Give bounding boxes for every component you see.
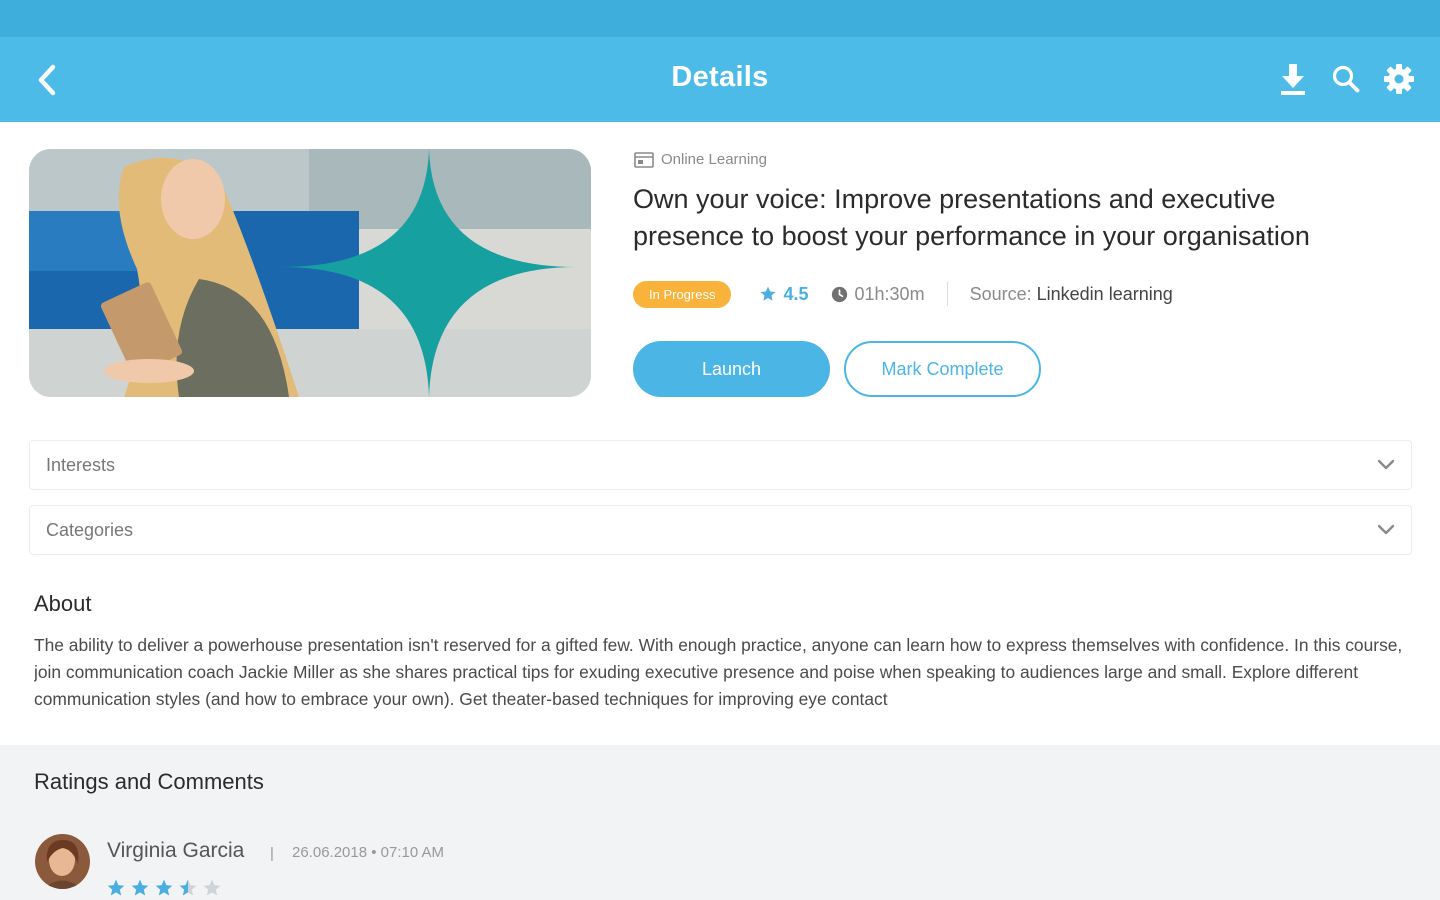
about-heading: About [34,591,92,616]
search-icon [1332,65,1360,93]
rating-value: 4.5 [783,283,809,304]
chevron-down-icon [1377,459,1395,470]
source-value: Linkedin learning [1036,283,1173,304]
online-learning-icon [634,151,654,168]
duration-value: 01h:30m [854,283,925,304]
download-icon [1281,64,1305,95]
star-icon [760,286,776,301]
interests-dropdown[interactable]: Interests [29,440,1412,490]
ratings-heading: Ratings and Comments [34,769,264,794]
course-meta: In Progress 4.5 01h:30m Source: Linkedin… [633,279,1173,309]
course-thumbnail [29,149,591,397]
comment-rating [106,878,222,898]
categories-label: Categories [46,519,134,540]
star-empty-icon [203,879,221,896]
status-bar [0,0,1440,37]
course-source: Source: Linkedin learning [970,284,1173,305]
download-button[interactable] [1273,59,1313,99]
settings-button[interactable] [1379,59,1419,99]
categories-dropdown[interactable]: Categories [29,505,1412,555]
launch-button[interactable]: Launch [633,341,830,397]
avatar [35,834,90,889]
status-badge: In Progress [633,280,732,308]
mark-complete-button[interactable]: Mark Complete [844,341,1041,397]
clock-icon [831,286,847,302]
commenter-name: Virginia Garcia [107,839,245,862]
course-duration: 01h:30m [831,284,925,305]
divider [946,282,948,306]
about-text: The ability to deliver a powerhouse pres… [34,635,1403,709]
page-title: Details [671,61,769,93]
chevron-down-icon [1377,524,1395,535]
course-rating: 4.5 [759,283,809,305]
star-filled-icon [155,879,173,896]
source-label: Source: [969,283,1032,304]
course-type: Online Learning [634,151,767,168]
interests-label: Interests [46,454,116,475]
course-title: Own your voice: Improve presentations an… [633,184,1310,251]
star-filled-icon [131,879,149,896]
comment-separator: | [270,845,274,862]
course-type-label: Online Learning [661,151,767,168]
app-bar: Details [0,37,1440,122]
search-button[interactable] [1326,59,1366,99]
star-filled-icon [107,879,125,896]
gear-icon [1384,64,1414,94]
comment-date: 26.06.2018 • 07:10 AM [292,844,445,861]
ratings-section: Ratings and Comments Virginia Garcia | 2… [0,745,1440,900]
star-half-icon [179,879,197,896]
